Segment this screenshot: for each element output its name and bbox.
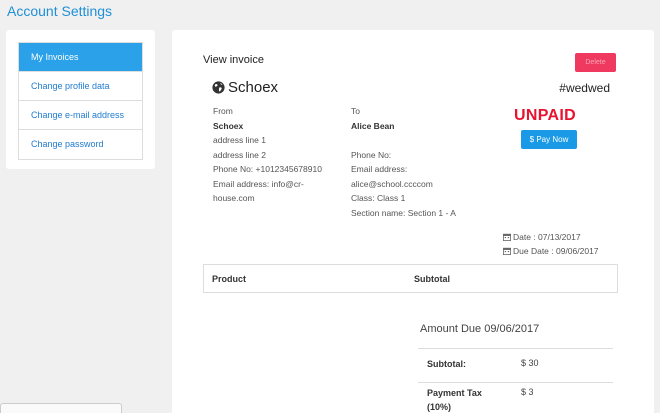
sidebar-item-my-invoices[interactable]: My Invoices [19,43,142,72]
sidebar-item-change-password[interactable]: Change password [19,130,142,159]
from-line: address line 2 [213,149,266,160]
settings-menu: My Invoices Change profile data Change e… [18,42,143,160]
calendar-icon [503,233,511,241]
from-line: Phone No: +1012345678910 [213,164,322,174]
from-address: From Schoex address line 1 address line … [213,104,333,206]
to-line: Email address: [351,164,408,174]
sidebar: My Invoices Change profile data Change e… [6,30,155,169]
column-header-product: Product [212,274,247,284]
globe-icon [212,81,225,94]
to-line: Phone No: [351,149,392,160]
totals-row: Payment Tax (10%) $ 3 [418,382,613,413]
from-line: Email address: info@cr- [213,178,304,189]
sidebar-item-change-email[interactable]: Change e-mail address [19,101,142,130]
to-heading: To [351,106,360,116]
totals-table: Subtotal: $ 30 Payment Tax (10%) $ 3 [418,348,613,413]
delete-button[interactable]: Delete [575,53,616,72]
view-invoice-title: View invoice [203,54,264,66]
totals-value: $ 3 [521,387,534,397]
calendar-icon [503,247,511,255]
invoice-items-table: Product Subtotal [203,264,618,293]
invoice-panel: View invoice Delete Schoex #wedwed From … [172,30,654,413]
totals-row: Subtotal: $ 30 [418,348,613,382]
totals-label: Payment Tax (10%) [427,388,482,412]
pay-now-button[interactable]: $ Pay Now [521,130,577,149]
page-title: Account Settings [7,3,113,19]
to-line: Section name: Section 1 - A [351,207,456,218]
invoice-due-date: Due Date : 09/06/2017 [503,246,599,256]
invoice-number: #wedwed [559,81,610,95]
brand: Schoex [212,79,278,96]
totals-label: Subtotal: [427,359,466,369]
from-line: address line 1 [213,135,266,145]
column-header-subtotal: Subtotal [414,274,450,284]
to-line: Class: Class 1 [351,193,406,203]
totals-value: $ 30 [521,358,539,368]
amount-due-heading: Amount Due 09/06/2017 [420,323,540,335]
from-line: house.com [213,193,255,203]
invoice-due-date-text: Due Date : 09/06/2017 [513,246,599,256]
from-heading: From [213,106,233,116]
status-badge: UNPAID [514,107,576,124]
from-name: Schoex [213,120,244,131]
invoice-date-text: Date : 07/13/2017 [513,232,581,242]
sidebar-item-change-profile[interactable]: Change profile data [19,72,142,101]
bottom-tab-stub [0,403,122,413]
brand-name: Schoex [228,79,279,96]
to-name: Alice Bean [351,120,395,131]
to-address: To Alice Bean Phone No: Email address: a… [351,104,481,220]
to-line: alice@school.ccccom [351,178,433,189]
invoice-date: Date : 07/13/2017 [503,232,581,242]
